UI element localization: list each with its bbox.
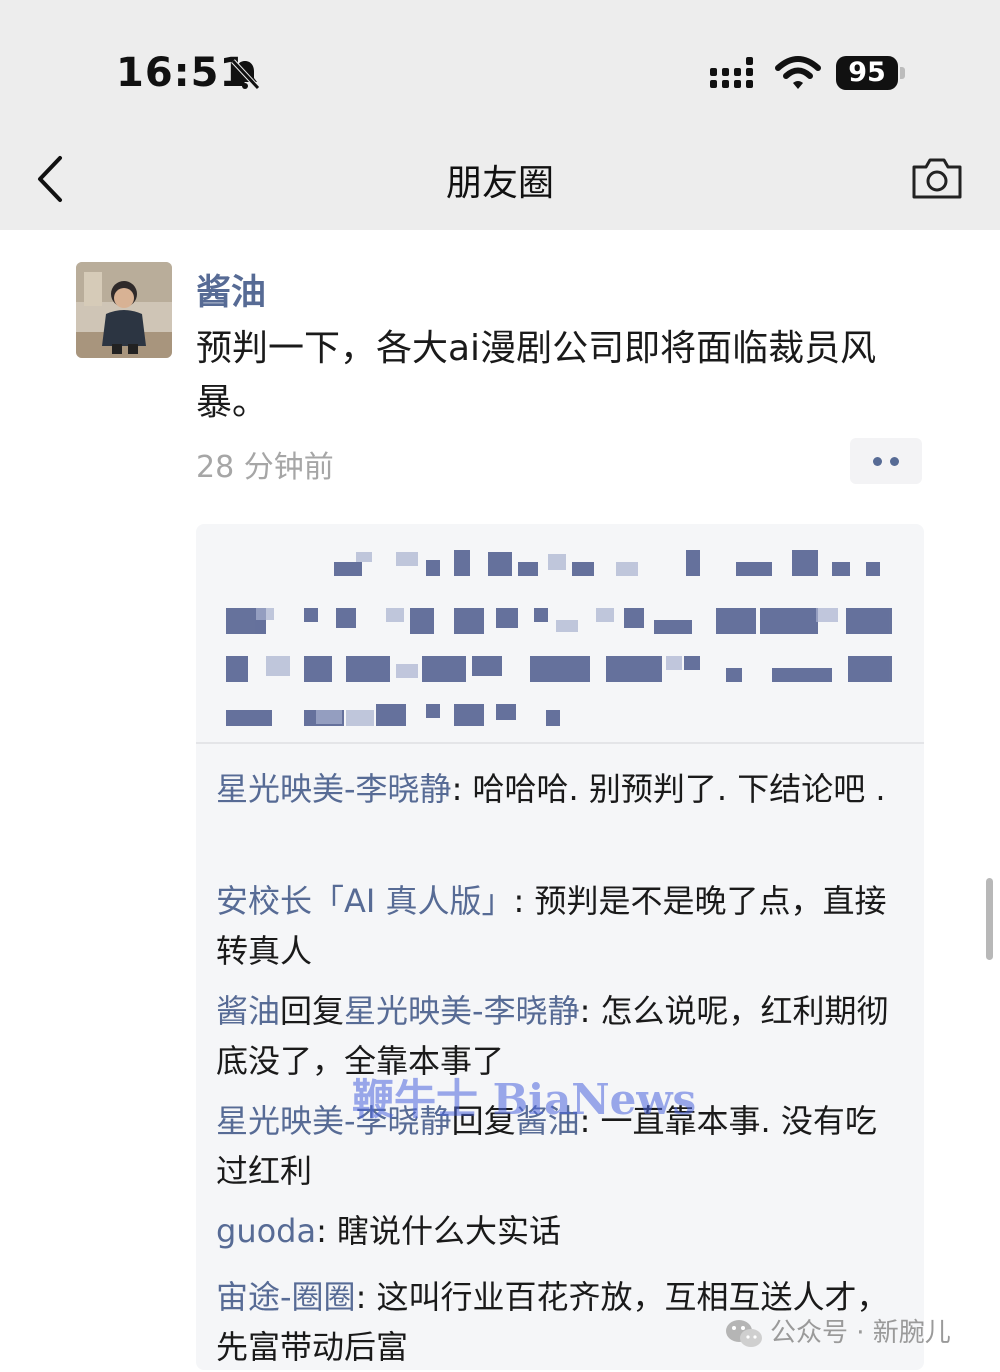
page-title: 朋友圈: [445, 163, 554, 204]
battery-tip: [900, 67, 905, 79]
watermark: 鞭牛士 BiaNews: [352, 1075, 697, 1124]
scrollbar[interactable]: [986, 878, 993, 960]
more-dots-icon[interactable]: [850, 438, 922, 484]
reply-target-name[interactable]: 星光映美-李晓静: [344, 992, 580, 1030]
post-text: 预判一下，各大ai漫剧公司即将面临裁员风暴。: [196, 328, 877, 423]
commenter-name[interactable]: 安校长「AI 真人版」: [216, 882, 514, 920]
comment-text: : 哈哈哈. 别预判了. 下结论吧 .: [451, 770, 886, 808]
avatar-photo: [76, 262, 172, 358]
battery-level: 95: [836, 56, 898, 90]
post-timestamp: 28 分钟前: [196, 450, 334, 485]
divider: [196, 742, 924, 744]
commenter-name[interactable]: 星光映美-李晓静: [216, 770, 452, 808]
source-attribution: 公众号 · 新腕儿: [724, 1312, 951, 1352]
camera-icon[interactable]: [910, 155, 964, 201]
comment-item[interactable]: 安校长「AI 真人版」: 预判是不是晚了点，直接转真人: [216, 876, 906, 976]
top-bar: 16:51 95 朋友圈: [0, 0, 1000, 230]
source-label: 公众号 · 新腕儿: [770, 1318, 951, 1348]
mute-bell-icon: [231, 59, 260, 90]
pixelated-text-block: [226, 550, 892, 726]
commenter-name[interactable]: 宙途-圈圈: [216, 1278, 356, 1316]
pixelated-content: [196, 524, 924, 740]
wechat-icon: [726, 1319, 762, 1347]
author-avatar[interactable]: [76, 262, 172, 358]
wifi-icon: [775, 56, 821, 89]
reply-word: 回复: [280, 992, 345, 1030]
signal-icon: [710, 57, 753, 88]
comment-item[interactable]: guoda: 瞎说什么大实话: [216, 1206, 906, 1256]
comment-item[interactable]: 星光映美-李晓静: 哈哈哈. 别预判了. 下结论吧 .: [216, 764, 906, 814]
comment-text: : 瞎说什么大实话: [316, 1212, 562, 1250]
commenter-name[interactable]: 酱油: [216, 992, 280, 1030]
comment-section: 星光映美-李晓静: 哈哈哈. 别预判了. 下结论吧 . 安校长「AI 真人版」:…: [196, 524, 924, 1370]
commenter-name[interactable]: guoda: [216, 1212, 316, 1250]
post-author-name[interactable]: 酱油: [196, 264, 266, 315]
